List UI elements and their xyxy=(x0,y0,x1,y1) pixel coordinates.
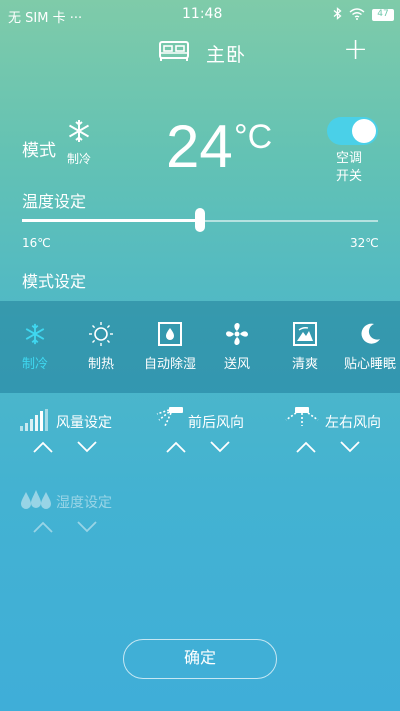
room-title: 主卧 xyxy=(206,44,247,66)
mode-heat[interactable]: 制热 xyxy=(76,321,126,372)
mode-cool-label: 制冷 xyxy=(21,357,48,372)
fresh-icon xyxy=(293,322,317,350)
temperature-unit: °C xyxy=(234,118,273,156)
humidity-up-button[interactable] xyxy=(33,518,53,537)
left-right-label: 左右风向 xyxy=(325,415,381,431)
power-toggle-label: 空调 开关 xyxy=(336,150,362,186)
wifi-icon xyxy=(349,7,365,23)
moon-icon xyxy=(358,322,382,350)
mode-fresh-label: 清爽 xyxy=(291,357,318,372)
mode-dehumidify-label: 自动除湿 xyxy=(143,357,196,372)
front-back-up-button[interactable] xyxy=(166,438,186,457)
front-back-label: 前后风向 xyxy=(188,415,244,431)
sun-icon xyxy=(88,321,114,351)
temp-setting-title: 温度设定 xyxy=(22,192,87,211)
fan-speed-icon xyxy=(20,409,48,435)
power-label-line1: 空调 xyxy=(336,151,363,166)
bed-icon xyxy=(158,40,190,66)
temp-slider-fill xyxy=(22,219,200,222)
snowflake-icon xyxy=(66,120,92,148)
vertical-swing-icon xyxy=(155,406,185,436)
current-mode: 制冷 xyxy=(62,118,96,167)
power-label-line2: 开关 xyxy=(336,169,363,184)
mode-heat-label: 制热 xyxy=(87,357,114,372)
mode-sleep[interactable]: 贴心睡眠 xyxy=(340,323,400,372)
droplet-icon xyxy=(158,322,182,350)
mode-setting-title: 模式设定 xyxy=(22,272,87,291)
humidity-label: 湿度设定 xyxy=(56,495,112,511)
horizontal-swing-icon xyxy=(284,406,320,436)
fan-icon xyxy=(224,321,250,351)
left-right-up-button[interactable] xyxy=(296,438,316,457)
mode-fan-label: 送风 xyxy=(223,357,250,372)
battery-icon: 47 xyxy=(372,9,394,21)
mode-dehumidify[interactable]: 自动除湿 xyxy=(140,322,200,372)
status-icons: 47 xyxy=(333,7,394,23)
carrier-text: 无 SIM 卡 ··· xyxy=(8,11,83,26)
fan-speed-down-button[interactable] xyxy=(77,438,97,457)
mode-fresh[interactable]: 清爽 xyxy=(280,322,330,372)
snowflake-icon xyxy=(23,322,47,350)
confirm-button[interactable]: 确定 xyxy=(123,639,277,679)
temperature-value: 24 xyxy=(166,113,233,180)
clock: 11:48 xyxy=(182,6,223,22)
add-button[interactable]: + xyxy=(343,35,368,65)
toggle-knob xyxy=(352,119,376,143)
mode-sleep-label: 贴心睡眠 xyxy=(343,357,396,372)
mode-label: 模式 xyxy=(22,141,56,161)
humidity-down-button[interactable] xyxy=(77,518,97,537)
mode-selector: 制冷 制热 自动除湿 送风 清爽 贴心睡眠 xyxy=(0,301,400,393)
temp-max-label: 32℃ xyxy=(350,236,379,250)
status-bar: 无 SIM 卡 ··· 11:48 47 xyxy=(0,0,400,30)
temp-slider-thumb[interactable] xyxy=(195,208,205,232)
bluetooth-icon xyxy=(333,7,342,23)
humidity-icon xyxy=(20,488,52,516)
fan-speed-up-button[interactable] xyxy=(33,438,53,457)
power-toggle[interactable] xyxy=(327,117,378,145)
left-right-down-button[interactable] xyxy=(340,438,360,457)
temp-min-label: 16℃ xyxy=(22,236,51,250)
front-back-down-button[interactable] xyxy=(210,438,230,457)
mode-cool[interactable]: 制冷 xyxy=(10,323,60,372)
fan-speed-label: 风量设定 xyxy=(56,415,112,431)
current-mode-label: 制冷 xyxy=(66,152,91,166)
mode-fan[interactable]: 送风 xyxy=(212,323,262,372)
